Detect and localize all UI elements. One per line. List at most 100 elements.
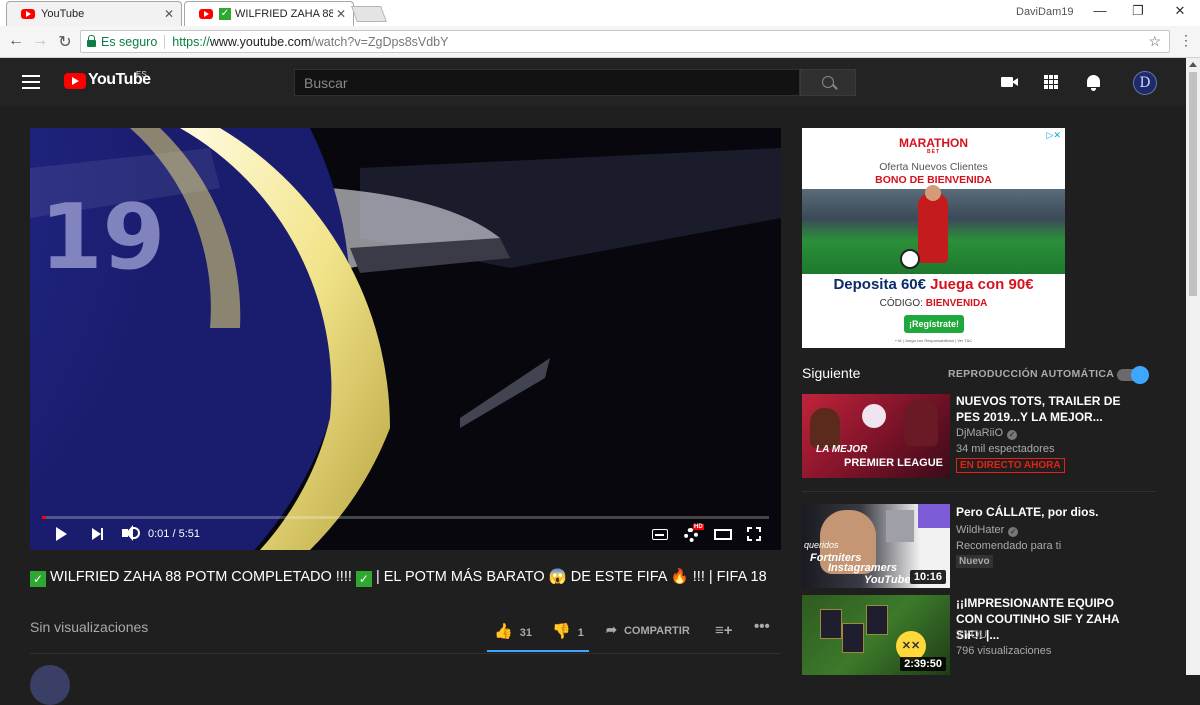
tab-close-icon[interactable]: ✕ [333, 7, 349, 21]
next-video-icon[interactable] [92, 528, 103, 540]
upload-video-icon[interactable] [1001, 77, 1018, 87]
ad-offer: Oferta Nuevos Clientes [879, 161, 988, 173]
thumbs-up-icon: 👍 [494, 623, 513, 640]
url-path: /watch?v=ZgDps8sVdbY [311, 34, 449, 49]
video-title-part: DE ESTE FIFA [566, 569, 671, 585]
toggle-knob [1131, 366, 1149, 384]
thumb-text: PREMIER LEAGUE [844, 457, 944, 469]
tab-close-icon[interactable]: ✕ [161, 7, 177, 21]
ad-register-button[interactable]: ¡Regístrate! [904, 315, 964, 333]
search-button[interactable] [800, 69, 856, 96]
scream-emoji-icon: 😱 [548, 569, 567, 585]
view-count: Sin visualizaciones [30, 619, 149, 635]
thumb-logo [918, 504, 950, 528]
up-next-heading: Siguiente [802, 365, 861, 381]
browser-menu-icon[interactable]: ⋮ [1178, 32, 1194, 49]
bookmark-star-icon[interactable]: ☆ [1148, 33, 1161, 50]
video-thumbnail[interactable]: ✕✕ 2:39:50 [802, 595, 950, 675]
security-label: Es seguro [101, 34, 158, 49]
ad-deposit: Deposita 60€ [833, 276, 926, 293]
browser-toolbar: ← → ↻ Es seguro https:// www.youtube.com… [0, 26, 1200, 58]
video-meta: Recomendado para ti [956, 540, 1062, 552]
video-title: ✓ WILFRIED ZAHA 88 POTM COMPLETADO !!!! … [30, 567, 785, 588]
fifa-19-graphic: 19 [40, 185, 165, 290]
video-progress-bar[interactable] [42, 516, 769, 519]
hamburger-menu-icon[interactable] [22, 75, 40, 89]
channel-name[interactable]: WildHater ✓ [956, 524, 1019, 537]
like-ratio-bar [487, 650, 589, 652]
apps-grid-icon[interactable] [1044, 75, 1058, 89]
player-card [866, 605, 888, 635]
video-thumbnail[interactable]: queridos Fortniters Instagramers YouTube… [802, 504, 950, 588]
channel-name[interactable]: DjMaRiiO ✓ [956, 427, 1018, 440]
channel-name[interactable]: XYOU [956, 629, 987, 641]
dislike-count: 1 [577, 627, 584, 639]
ad-footballer-image [802, 185, 1065, 274]
autoplay-label: REPRODUCCIÓN AUTOMÁTICA [948, 368, 1115, 380]
fire-emoji-icon: 🔥 [670, 569, 689, 585]
dislike-button[interactable]: 👎 1 [552, 622, 584, 640]
video-thumbnail[interactable]: LA MEJOR PREMIER LEAGUE [802, 394, 950, 478]
list-divider [802, 491, 1155, 492]
scroll-up-icon[interactable] [1189, 62, 1197, 67]
add-to-playlist-icon[interactable]: ≡+ [715, 622, 733, 639]
search-input[interactable]: Buscar [294, 69, 800, 96]
new-tab-button[interactable] [351, 6, 387, 22]
divider [164, 34, 166, 49]
channel-name-text: WildHater [956, 524, 1005, 536]
fullscreen-icon[interactable] [747, 527, 761, 541]
settings-gear-icon[interactable] [684, 528, 698, 542]
account-avatar[interactable]: D [1133, 71, 1157, 95]
like-count: 31 [519, 627, 532, 639]
browser-tab-youtube[interactable]: YouTube ✕ [6, 1, 182, 26]
video-title-part: WILFRIED ZAHA 88 POTM COMPLETADO !!!! [50, 569, 356, 585]
thumb-figure [904, 400, 938, 446]
thumb-text: queridos [804, 540, 839, 550]
restore-icon[interactable]: ❐ [1126, 3, 1150, 19]
ad-player-head [925, 185, 941, 201]
blurred-face [886, 510, 914, 542]
green-check-icon: ✓ [30, 571, 46, 587]
more-actions-icon[interactable]: ••• [754, 618, 770, 635]
profile-name[interactable]: DaviDam19 [1016, 6, 1073, 18]
video-title-part: | EL POTM MÁS BARATO [371, 569, 549, 585]
video-player[interactable]: 19 0:01 / 5:51 HD [30, 128, 781, 550]
address-bar[interactable]: Es seguro https:// www.youtube.com /watc… [80, 30, 1170, 53]
notifications-bell-icon[interactable] [1087, 75, 1100, 91]
youtube-logo-icon[interactable] [64, 73, 86, 89]
video-duration: 10:16 [909, 570, 946, 584]
youtube-favicon-icon [199, 9, 213, 19]
window-close-icon[interactable]: ✕ [1168, 3, 1192, 19]
play-icon[interactable] [56, 527, 67, 541]
adchoices-icon[interactable]: ▷✕ [1047, 130, 1061, 141]
youtube-favicon-icon [21, 9, 35, 19]
ad-brand: MARATHON [898, 136, 969, 150]
url-scheme: https:// [172, 34, 210, 49]
like-button[interactable]: 👍 31 [494, 622, 532, 640]
football-icon [900, 249, 920, 269]
scrollbar-thumb[interactable] [1189, 72, 1197, 296]
reload-icon[interactable]: ↻ [55, 32, 75, 52]
channel-avatar[interactable] [30, 665, 70, 705]
back-arrow-icon[interactable]: ← [6, 32, 26, 50]
video-item-title[interactable]: Pero CÁLLATE, por dios. [956, 504, 1142, 520]
ad-fine-print: +18 | Juega con Responsabilidad | Ver T&… [894, 338, 973, 343]
share-button[interactable]: ➦ COMPARTIR [606, 622, 690, 638]
live-badge: EN DIRECTO AHORA [956, 458, 1065, 473]
video-meta: 34 mil espectadores [956, 443, 1055, 455]
green-check-icon: ✓ [355, 571, 372, 587]
country-code: ES [136, 70, 147, 79]
volume-icon[interactable] [122, 525, 133, 541]
subtitles-icon[interactable] [652, 529, 668, 540]
video-item-title[interactable]: NUEVOS TOTS, TRAILER DE PES 2019...Y LA … [956, 393, 1142, 425]
green-check-icon: ✓ [219, 8, 231, 20]
ad-play-with: Juega con 90€ [930, 276, 1034, 293]
channel-name-text: DjMaRiiO [956, 427, 1004, 439]
browser-tab-video[interactable]: ✓ WILFRIED ZAHA 88 P ✕ [184, 1, 354, 26]
sidebar-ad[interactable]: MARATHON BET ▷✕ Oferta Nuevos Clientes B… [802, 128, 1065, 348]
theater-mode-icon[interactable] [714, 529, 732, 540]
autoplay-toggle[interactable] [1117, 366, 1149, 384]
forward-arrow-icon[interactable]: → [30, 32, 50, 50]
page-scrollbar[interactable] [1186, 58, 1200, 675]
minimize-icon[interactable]: — [1088, 3, 1112, 18]
